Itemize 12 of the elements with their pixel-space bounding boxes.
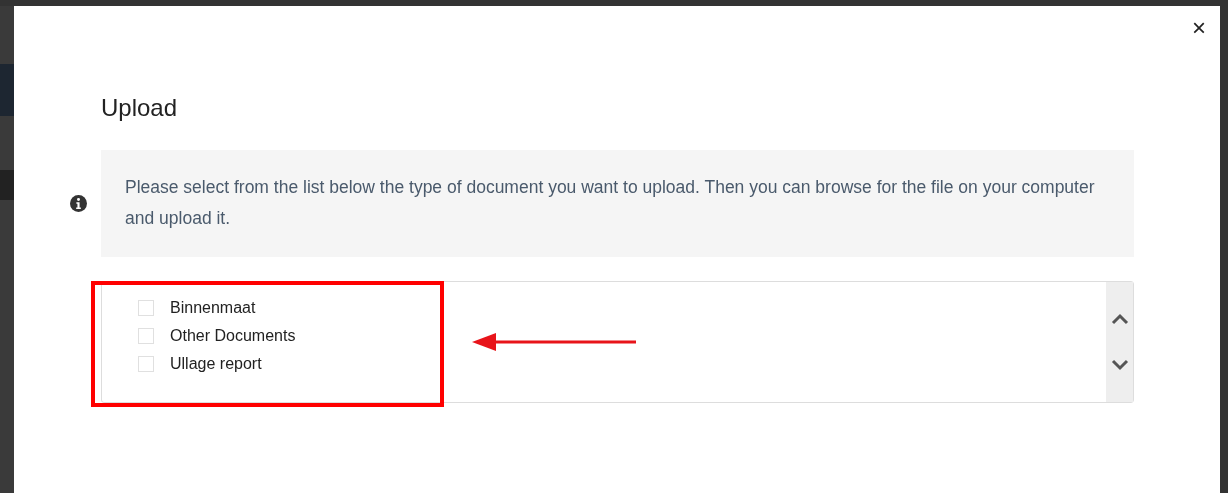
document-type-label[interactable]: Binnenmaat: [170, 299, 256, 317]
scroll-down-icon[interactable]: [1110, 359, 1129, 371]
document-type-label[interactable]: Other Documents: [170, 327, 296, 345]
checkbox[interactable]: [138, 328, 154, 344]
info-text: Please select from the list below the type of document you want to upload. Then you can browse for the file on your computer and upload it.: [125, 176, 1096, 230]
close-button[interactable]: ×: [1192, 16, 1206, 40]
checkbox[interactable]: [138, 356, 154, 372]
scroll-up-icon[interactable]: [1110, 313, 1129, 325]
document-type-label[interactable]: Ullage report: [170, 355, 262, 373]
dialog-title: Upload: [101, 94, 179, 122]
info-icon: [70, 195, 87, 212]
checkbox[interactable]: [138, 300, 154, 316]
